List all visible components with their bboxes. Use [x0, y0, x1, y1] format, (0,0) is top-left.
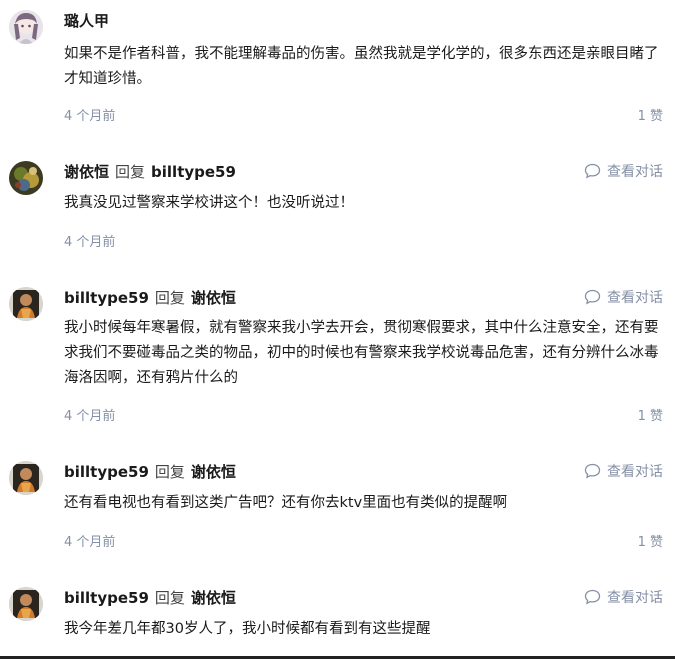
reply-to-name[interactable]: 谢依恒: [191, 589, 236, 607]
comment-text: 还有看电视也有看到这类广告吧？还有你去ktv里面也有类似的提醒啊: [64, 495, 508, 511]
view-conversation-button[interactable]: 查看对话: [584, 587, 663, 609]
comment-text: 我今年差几年都30岁人了，我小时候都有看到有这些提醒: [64, 621, 431, 637]
comment-header: billtype59 回复 谢依恒: [64, 587, 236, 609]
reply-label: 回复: [154, 289, 185, 307]
reply-to-name[interactable]: 谢依恒: [191, 289, 236, 307]
avatar[interactable]: [9, 161, 43, 195]
comment-text: 如果不是作者科普，我不能理解毒品的伤害。虽然我就是学化学的，很多东西还是亲眼目睹…: [64, 46, 659, 87]
comment-time: 4 个月前: [64, 535, 116, 550]
avatar[interactable]: [9, 287, 43, 321]
reply-label: 回复: [115, 163, 146, 181]
comment-header: 谢依恒 回复 billtype59: [64, 161, 236, 183]
like-button[interactable]: 1 赞: [638, 531, 663, 550]
view-conversation-label: 查看对话: [607, 590, 663, 606]
comment-time: 4 个月前: [64, 109, 116, 124]
view-conversation-label: 查看对话: [607, 464, 663, 480]
avatar[interactable]: [9, 461, 43, 495]
comment-header: 璐人甲: [64, 10, 109, 32]
reply-label: 回复: [154, 589, 185, 607]
view-conversation-button[interactable]: 查看对话: [584, 161, 663, 183]
like-button[interactable]: 1 赞: [638, 405, 663, 424]
author-name[interactable]: 谢依恒: [64, 163, 109, 181]
reply-to-name[interactable]: billtype59: [151, 163, 236, 181]
comment-text: 我真没见过警察来学校讲这个！也没听说过！: [64, 195, 354, 211]
author-name[interactable]: 璐人甲: [64, 12, 109, 30]
author-name[interactable]: billtype59: [64, 463, 149, 481]
chat-bubble-icon: [584, 463, 601, 479]
view-conversation-button[interactable]: 查看对话: [584, 287, 663, 309]
view-conversation-label: 查看对话: [607, 290, 663, 306]
comment-text: 我小时候每年寒暑假，就有警察来我小学去开会，贯彻寒假要求，其中什么注意安全，还有…: [64, 320, 659, 386]
comment-header: billtype59 回复 谢依恒: [64, 287, 236, 309]
avatar[interactable]: [9, 10, 43, 44]
comment-time: 4 个月前: [64, 409, 116, 424]
view-conversation-button[interactable]: 查看对话: [584, 461, 663, 483]
chat-bubble-icon: [584, 163, 601, 179]
comment-header: billtype59 回复 谢依恒: [64, 461, 236, 483]
chat-bubble-icon: [584, 589, 601, 605]
like-button[interactable]: 1 赞: [638, 105, 663, 124]
view-conversation-label: 查看对话: [607, 164, 663, 180]
author-name[interactable]: billtype59: [64, 589, 149, 607]
reply-to-name[interactable]: 谢依恒: [191, 463, 236, 481]
reply-label: 回复: [154, 463, 185, 481]
author-name[interactable]: billtype59: [64, 289, 149, 307]
comment-time: 4 个月前: [64, 235, 116, 250]
chat-bubble-icon: [584, 289, 601, 305]
avatar[interactable]: [9, 587, 43, 621]
